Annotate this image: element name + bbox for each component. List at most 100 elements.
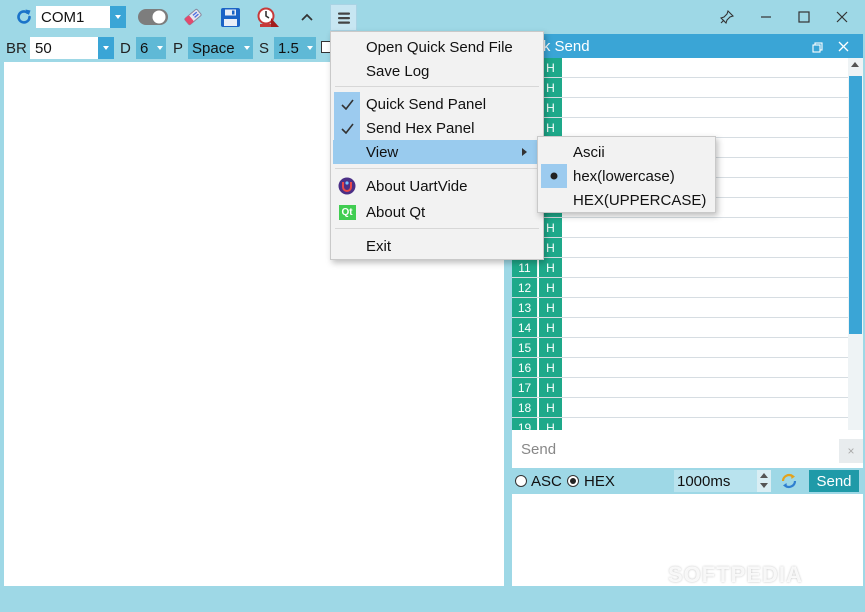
hex-label: HEX	[584, 473, 615, 490]
submenu-arrow-icon	[522, 148, 527, 156]
interval-spinbox[interactable]: 1000ms	[674, 470, 771, 492]
parity-value: Space	[192, 39, 235, 57]
menu-item-about-uartvide[interactable]: About UartVide	[333, 174, 541, 198]
menu-item-quick-send-panel[interactable]: Quick Send Panel	[333, 92, 541, 116]
chevron-down-icon	[244, 46, 250, 50]
menu-item-save-log[interactable]: Save Log	[333, 59, 541, 83]
menu-item-hex-lowercase[interactable]: hex(lowercase)	[540, 164, 713, 188]
save-icon[interactable]	[218, 5, 242, 29]
watermark: SOFTPEDIA	[668, 562, 803, 587]
main-menu: Open Quick Send File Save Log Quick Send…	[330, 31, 544, 260]
menu-item-label: About UartVide	[366, 177, 468, 195]
menu-item-label: About Qt	[366, 203, 426, 221]
table-row[interactable]: 11 H	[512, 258, 848, 278]
table-row[interactable]: 9H	[512, 218, 848, 238]
table-row[interactable]: 4H	[512, 118, 848, 138]
chevron-down-icon	[307, 46, 313, 50]
table-row[interactable]: 2H	[512, 78, 848, 98]
quick-send-table: 1H2H3H4H5H6H7H8H9H10H11H12H13H14H15H16H1…	[512, 58, 848, 430]
refresh-icon[interactable]	[12, 6, 36, 28]
data-bits-select[interactable]: 6	[136, 37, 166, 59]
menu-item-hex-uppercase[interactable]: HEX(UPPERCASE)	[540, 188, 713, 212]
menu-item-label: HEX(UPPERCASE)	[573, 191, 707, 209]
hex-toggle-button[interactable]: H	[539, 318, 562, 337]
data-bits-value: 6	[140, 39, 149, 57]
hex-toggle-button[interactable]: H	[539, 398, 562, 417]
row-number: 13	[512, 298, 538, 317]
auto-repeat-icon[interactable]	[779, 471, 799, 495]
table-row[interactable]: 17 H	[512, 378, 848, 398]
menu-separator	[335, 168, 539, 169]
row-number: 17	[512, 378, 538, 397]
table-row[interactable]: 13 H	[512, 298, 848, 318]
hex-toggle-button[interactable]: H	[539, 258, 562, 277]
parity-label: P	[173, 40, 184, 57]
parity-select[interactable]: Space	[188, 37, 253, 59]
hex-toggle-button[interactable]: H	[539, 378, 562, 397]
send-button[interactable]: Send	[809, 470, 859, 492]
scrollbar-thumb[interactable]	[849, 76, 862, 334]
baud-rate-select[interactable]: 50	[30, 37, 114, 59]
table-row[interactable]: 15 H	[512, 338, 848, 358]
hex-toggle-button[interactable]: H	[539, 358, 562, 377]
menu-item-label: Quick Send Panel	[366, 95, 487, 113]
close-panel-icon[interactable]	[838, 39, 849, 56]
menu-item-exit[interactable]: Exit	[333, 234, 541, 258]
send-panel-header: Send ×	[512, 430, 863, 468]
hex-toggle-button[interactable]: H	[539, 278, 562, 297]
maximize-icon[interactable]	[793, 6, 815, 28]
clock-alarm-icon[interactable]	[255, 5, 281, 29]
pin-icon[interactable]	[716, 6, 738, 28]
spin-arrows-icon[interactable]	[757, 470, 771, 492]
baud-rate-label: BR	[6, 40, 27, 57]
hex-toggle-button[interactable]: H	[539, 418, 562, 430]
float-panel-icon[interactable]	[812, 40, 823, 57]
asc-label: ASC	[531, 473, 562, 490]
port-select-value: COM1	[41, 8, 85, 26]
minimize-icon[interactable]	[755, 6, 777, 28]
stop-bits-label: S	[259, 40, 270, 57]
hex-toggle-button[interactable]: H	[539, 338, 562, 357]
menu-item-open-quick-send-file[interactable]: Open Quick Send File	[333, 35, 541, 59]
table-row[interactable]: 3H	[512, 98, 848, 118]
hex-toggle-button[interactable]: H	[539, 298, 562, 317]
table-row[interactable]: 16 H	[512, 358, 848, 378]
eraser-icon[interactable]	[180, 5, 206, 29]
toggle-switch-icon[interactable]	[136, 6, 170, 28]
menu-item-ascii[interactable]: Ascii	[540, 140, 713, 164]
stop-bits-value: 1.5	[278, 39, 299, 57]
stop-bits-select[interactable]: 1.5	[274, 37, 316, 59]
data-bits-label: D	[120, 40, 131, 57]
port-select[interactable]: COM1	[36, 6, 126, 28]
menu-icon[interactable]	[330, 4, 357, 31]
asc-radio[interactable]	[515, 475, 527, 487]
table-row[interactable]: 10H	[512, 238, 848, 258]
menu-item-view[interactable]: View	[333, 140, 541, 164]
table-row[interactable]: 18 H	[512, 398, 848, 418]
close-icon[interactable]	[831, 6, 853, 28]
title-bar: COM1	[0, 0, 865, 34]
row-number: 14	[512, 318, 538, 337]
table-row[interactable]: 19 H	[512, 418, 848, 430]
menu-item-about-qt[interactable]: About Qt	[333, 200, 541, 224]
row-number: 16	[512, 358, 538, 377]
menu-item-label: Save Log	[366, 62, 430, 80]
table-row[interactable]: 1H	[512, 58, 848, 78]
baud-rate-value: 50	[35, 39, 52, 57]
table-row[interactable]: 14 H	[512, 318, 848, 338]
chevron-up-icon[interactable]	[296, 6, 318, 28]
quick-send-header: Quick Send	[512, 34, 863, 58]
scrollbar[interactable]	[848, 58, 863, 430]
chevron-down-icon[interactable]	[110, 6, 126, 28]
chevron-down-icon	[157, 46, 163, 50]
menu-item-label: hex(lowercase)	[573, 167, 675, 185]
table-row[interactable]: 12 H	[512, 278, 848, 298]
menu-item-label: Ascii	[573, 143, 605, 161]
hex-radio[interactable]	[567, 475, 579, 487]
interval-value: 1000ms	[677, 473, 731, 490]
menu-separator	[335, 86, 539, 87]
chevron-down-icon[interactable]	[98, 37, 114, 59]
menu-item-send-hex-panel[interactable]: Send Hex Panel	[333, 116, 541, 140]
row-number: 12	[512, 278, 538, 297]
close-icon[interactable]: ×	[839, 439, 863, 463]
